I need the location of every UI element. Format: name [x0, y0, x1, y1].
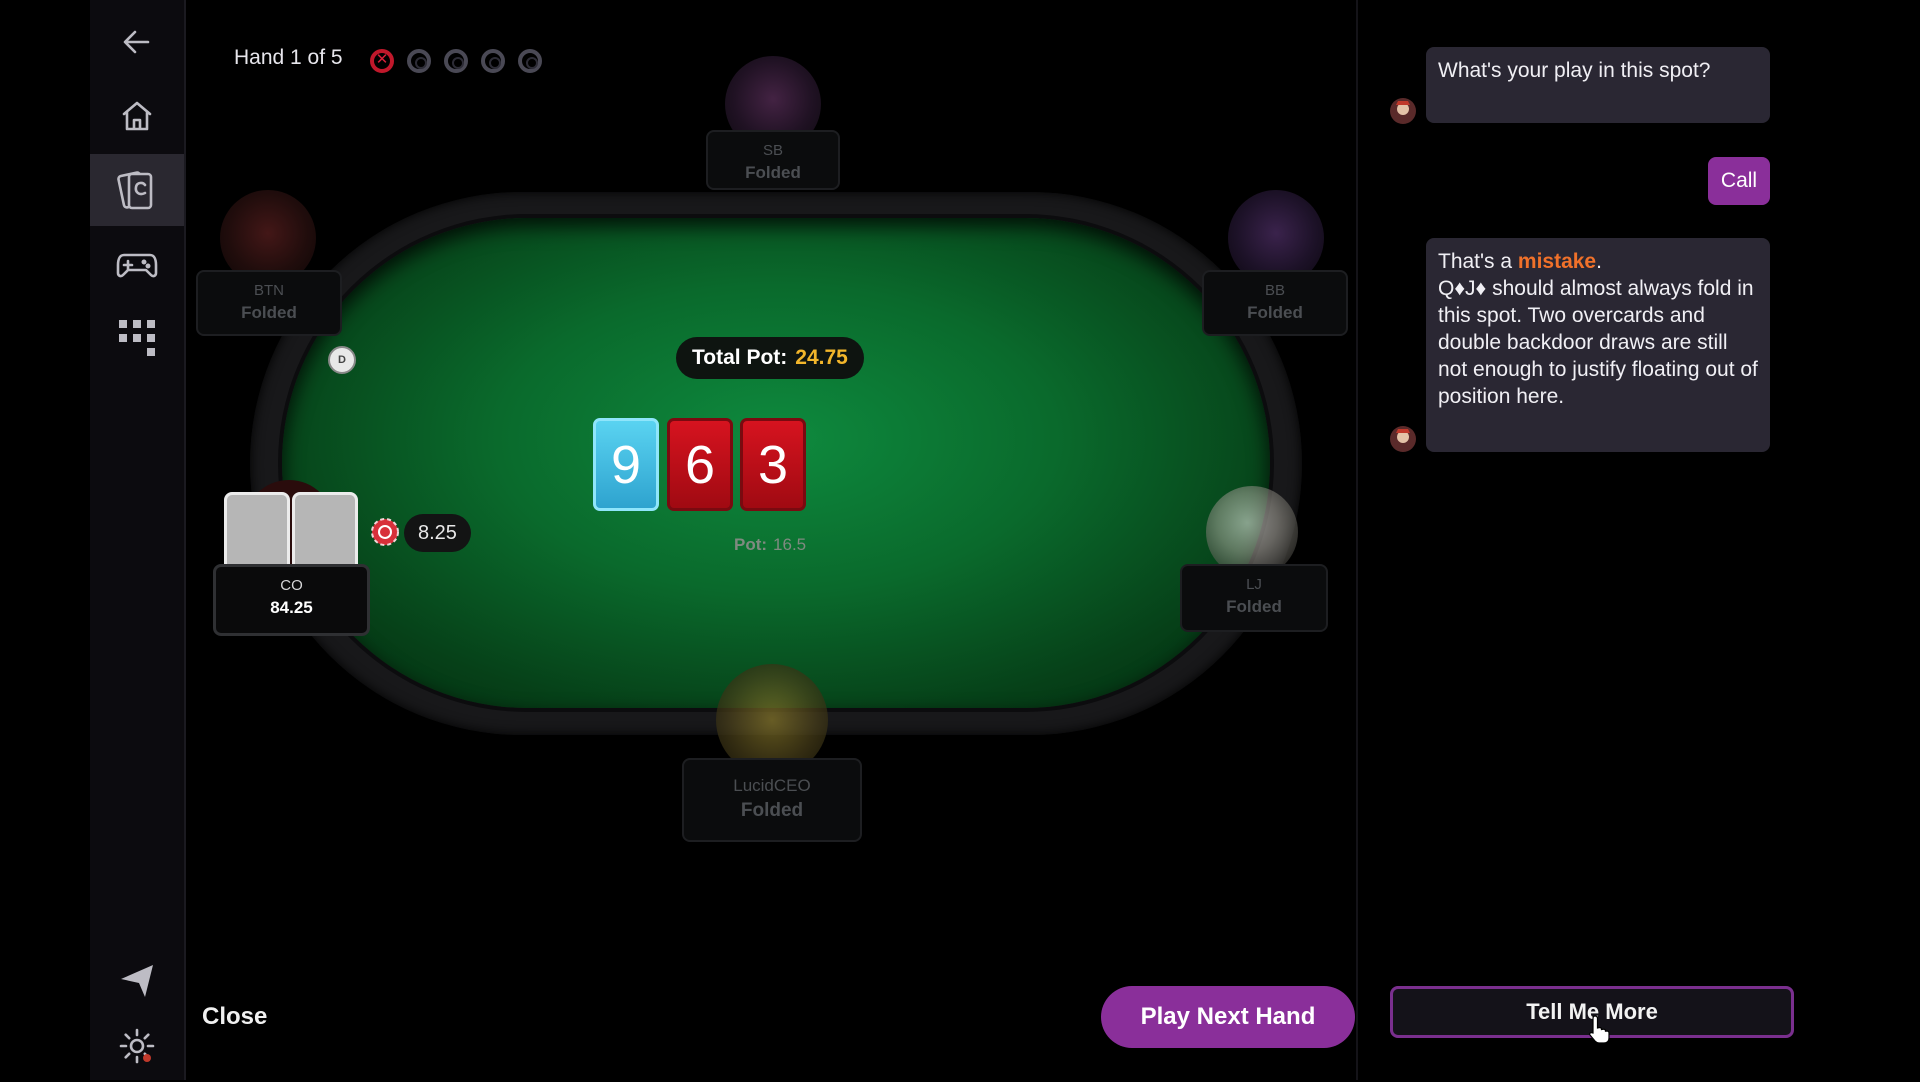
- coach-question-bubble: What's your play in this spot?: [1426, 47, 1770, 123]
- board-card-2: 6: [667, 418, 733, 511]
- panel-divider: [1356, 0, 1358, 1080]
- nav-settings[interactable]: [90, 1010, 184, 1082]
- feedback-suffix: .: [1596, 250, 1602, 273]
- gamepad-icon: [116, 253, 158, 278]
- seat-stack: 84.25: [270, 598, 313, 617]
- pot-amount: Pot: 16.5: [734, 535, 806, 555]
- board-card-1: 9: [593, 418, 659, 511]
- nav-trainer[interactable]: [90, 154, 184, 226]
- gear-icon: [119, 1028, 155, 1064]
- feedback-prefix: That's a: [1438, 250, 1518, 273]
- hand-progress-dot-2: [407, 49, 431, 73]
- board-card-3: 3: [740, 418, 806, 511]
- hole-card-2: [292, 492, 358, 572]
- seat-bb: BB Folded: [1202, 270, 1348, 336]
- feedback-body: Q♦J♦ should almost always fold in this s…: [1438, 277, 1758, 408]
- home-icon: [122, 101, 152, 131]
- hand-counter: Hand 1 of 5: [234, 46, 343, 69]
- grid-icon: [119, 320, 155, 356]
- seat-position: LucidCEO: [733, 776, 811, 795]
- arrow-left-icon: [123, 30, 150, 54]
- hand-progress-dot-4: [481, 49, 505, 73]
- seat-co: CO 84.25: [213, 564, 370, 636]
- hand-progress-dot-3: [444, 49, 468, 73]
- pot-label: Pot:: [734, 535, 768, 554]
- seat-status: Folded: [241, 303, 297, 322]
- coach-feedback-bubble: That's a mistake. Q♦J♦ should almost alw…: [1426, 238, 1770, 452]
- seat-position: BTN: [254, 282, 284, 299]
- hero-bet: 8.25: [404, 514, 471, 552]
- sidebar: [90, 0, 186, 1080]
- total-pot-label: Total Pot:: [692, 346, 788, 369]
- send-icon: [121, 965, 153, 997]
- feedback-highlight: mistake: [1517, 250, 1597, 273]
- seat-lucidceo: LucidCEO Folded: [682, 758, 862, 842]
- seat-position: LJ: [1246, 576, 1262, 593]
- nav-apps[interactable]: [90, 302, 184, 374]
- chip-icon: [371, 518, 399, 546]
- play-next-hand-button[interactable]: Play Next Hand: [1101, 986, 1355, 1048]
- coach-avatar-icon: [1390, 98, 1416, 124]
- total-pot: Total Pot: 24.75: [676, 337, 864, 379]
- seat-status: Folded: [740, 800, 804, 821]
- seat-status: Folded: [1226, 597, 1282, 616]
- seat-position: SB: [762, 142, 783, 159]
- nav-home[interactable]: [90, 80, 184, 152]
- total-pot-value: 24.75: [795, 346, 848, 369]
- hand-cursor-icon: [1589, 1015, 1610, 1044]
- seat-btn: BTN Folded: [196, 270, 342, 336]
- seat-position: CO: [280, 577, 303, 594]
- nav-send[interactable]: [90, 945, 184, 1017]
- seat-status: Folded: [1247, 303, 1303, 322]
- hand-progress-dot-1: ✕: [370, 49, 394, 73]
- close-button[interactable]: Close: [202, 1003, 267, 1031]
- hole-card-1: [224, 492, 290, 572]
- pot-value: 16.5: [773, 535, 807, 554]
- seat-position: BB: [1264, 282, 1285, 299]
- seat-sb: SB Folded: [706, 130, 840, 190]
- hand-progress-dot-5: [518, 49, 542, 73]
- cards-icon: [117, 171, 153, 210]
- coach-avatar-icon: [1390, 426, 1416, 452]
- nav-games[interactable]: [90, 228, 184, 300]
- seat-lj: LJ Folded: [1180, 564, 1328, 632]
- user-answer-bubble: Call: [1708, 157, 1770, 205]
- seat-status: Folded: [745, 163, 801, 182]
- dealer-button: D: [328, 346, 356, 374]
- back-button[interactable]: [90, 6, 184, 78]
